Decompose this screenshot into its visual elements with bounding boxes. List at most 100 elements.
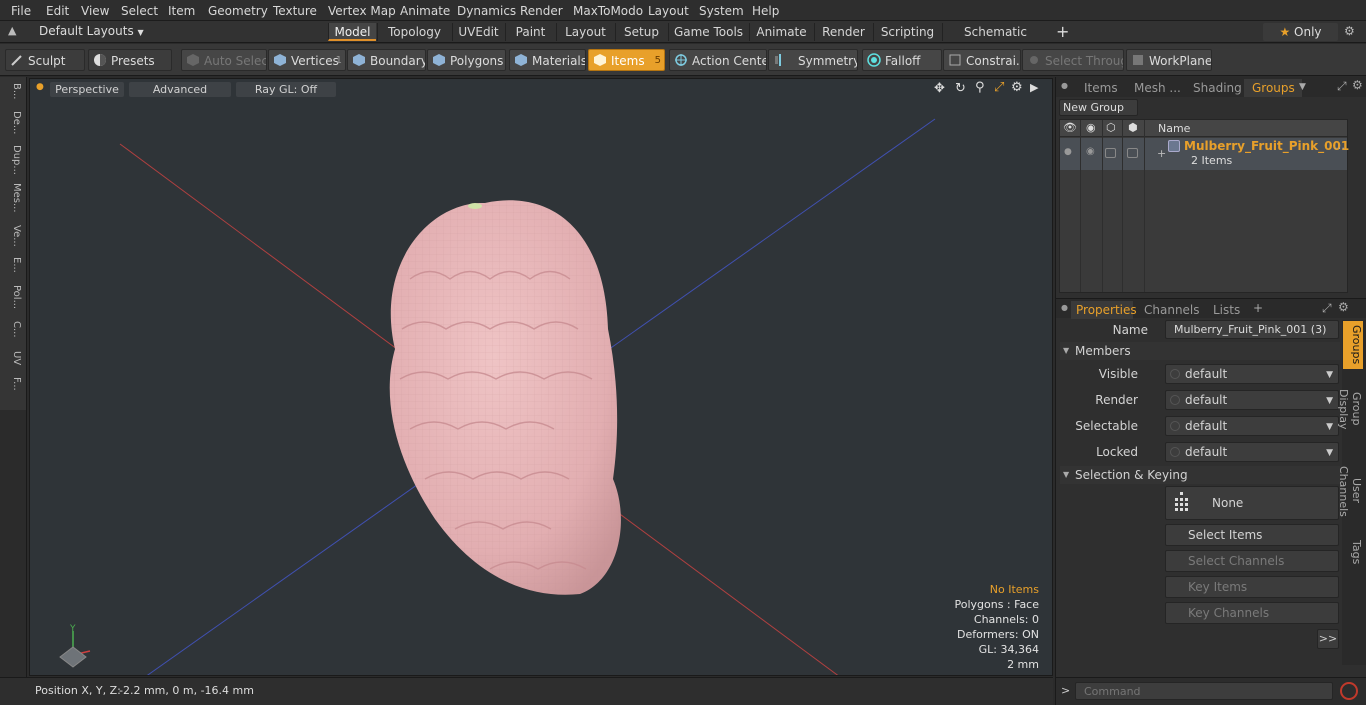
side-tab-groups[interactable]: Groups [1343, 321, 1363, 369]
viewport-3d[interactable]: Y ● Perspective Advanced Ray GL: Off ✥ ↻… [29, 78, 1053, 676]
props-gear-icon[interactable]: ⚙ [1338, 300, 1349, 314]
row-render-icon[interactable]: ◉ [1086, 146, 1095, 157]
visibility-eye-icon[interactable]: 👁 [1063, 121, 1077, 134]
settings-icon[interactable]: ⚙ [1011, 80, 1023, 95]
left-tab-vertex[interactable]: Ve... [4, 225, 22, 247]
left-tab-edge[interactable]: E... [4, 257, 22, 273]
ray-gl-button[interactable]: Ray GL: Off [236, 82, 336, 97]
props-expand-icon[interactable]: ⤢ [1322, 301, 1332, 316]
select-icon[interactable]: ⬡ [1106, 121, 1116, 134]
menu-animate[interactable]: Animate [400, 4, 450, 18]
key-channels-button[interactable]: Key Channels [1165, 602, 1339, 624]
tab-model[interactable]: Model [328, 23, 376, 41]
tab-schematic-fusion[interactable]: Schematic Fusion [942, 23, 1048, 57]
command-input[interactable] [1075, 682, 1333, 700]
expand-plus-icon[interactable]: + [1157, 147, 1166, 160]
tab-scripting[interactable]: Scripting [873, 23, 941, 41]
advanced-button[interactable]: Advanced [129, 82, 231, 97]
select-through-button[interactable]: Select Through [1022, 49, 1124, 71]
tab-lists[interactable]: Lists [1213, 303, 1240, 317]
materials-button[interactable]: Materials [509, 49, 586, 71]
row-eye-icon[interactable]: ● [1064, 147, 1072, 157]
symmetry-button[interactable]: Symmetry [768, 49, 858, 71]
left-tab-polygon[interactable]: Pol... [4, 285, 22, 309]
row-lock-checkbox[interactable] [1127, 148, 1138, 158]
tab-render[interactable]: Render [814, 23, 872, 41]
boundary-button[interactable]: Boundary [347, 49, 426, 71]
locked-dropdown[interactable]: default ▼ [1165, 442, 1339, 462]
tab-animate[interactable]: Animate [749, 23, 813, 41]
tab-mesh[interactable]: Mesh ... [1134, 81, 1181, 95]
left-tab-duplicate[interactable]: Dup... [4, 145, 22, 175]
tabs-dropdown-icon[interactable]: ▼ [1299, 82, 1306, 92]
perspective-button[interactable]: Perspective [50, 82, 124, 97]
more-button[interactable]: >> [1317, 629, 1339, 649]
move-icon[interactable]: ✥ [934, 81, 945, 96]
action-center-button[interactable]: Action Center [669, 49, 767, 71]
menu-file[interactable]: File [11, 4, 31, 18]
constraints-button[interactable]: Constrai... [943, 49, 1021, 71]
panel-gear-icon[interactable]: ⚙ [1352, 78, 1363, 92]
play-arrow-icon[interactable]: ▶ [1030, 81, 1038, 94]
new-group-button[interactable]: New Group [1059, 99, 1138, 116]
expand-icon[interactable]: ⤢ [1337, 79, 1347, 94]
menu-texture[interactable]: Texture [273, 4, 317, 18]
polygons-button[interactable]: Polygons [427, 49, 506, 71]
side-tab-group-display[interactable]: Group Display [1337, 371, 1363, 447]
none-selection-button[interactable]: None [1165, 486, 1339, 520]
left-tab-deform[interactable]: De... [4, 111, 22, 134]
layout-dropdown[interactable]: Default Layouts ▼ [39, 24, 144, 38]
zoom-icon[interactable]: ⚲ [975, 80, 985, 95]
auto-select-button[interactable]: Auto Select [181, 49, 267, 71]
falloff-button[interactable]: Falloff [862, 49, 942, 71]
menu-select[interactable]: Select [121, 4, 158, 18]
sculpt-button[interactable]: Sculpt [5, 49, 85, 71]
tab-game-tools[interactable]: Game Tools [668, 23, 748, 41]
add-tab-plus-icon[interactable]: + [1253, 301, 1263, 315]
only-toggle[interactable]: ★ Only [1263, 23, 1338, 41]
render-dropdown[interactable]: default ▼ [1165, 390, 1339, 410]
tab-groups[interactable]: Groups [1252, 81, 1295, 95]
rotate-icon[interactable]: ↻ [955, 81, 966, 96]
add-tab-icon[interactable]: + [1056, 22, 1069, 41]
members-section[interactable]: ▼ Members [1060, 342, 1340, 360]
tab-channels[interactable]: Channels [1144, 303, 1200, 317]
group-row[interactable]: ● ◉ + Mulberry_Fruit_Pink_001 2 Items … [1060, 138, 1349, 170]
menu-view[interactable]: View [81, 4, 109, 18]
gear-icon[interactable]: ⚙ [1344, 24, 1355, 38]
items-button[interactable]: Items 5 [588, 49, 665, 71]
left-tab-curve[interactable]: C... [4, 321, 22, 338]
menu-help[interactable]: Help [752, 4, 779, 18]
menu-system[interactable]: System [699, 4, 744, 18]
left-tab-fusion[interactable]: F... [4, 377, 22, 391]
row-select-checkbox[interactable] [1105, 148, 1116, 158]
row-more-icon[interactable]: … [1334, 139, 1345, 152]
select-items-button[interactable]: Select Items [1165, 524, 1339, 546]
group-name[interactable]: Mulberry_Fruit_Pink_001 [1184, 139, 1349, 153]
menu-dynamics[interactable]: Dynamics [457, 4, 516, 18]
maximize-icon[interactable]: ⤢ [994, 80, 1004, 95]
menu-vertex-map[interactable]: Vertex Map [328, 4, 396, 18]
tab-paint[interactable]: Paint [505, 23, 555, 41]
tab-uvedit[interactable]: UVEdit [452, 23, 504, 41]
menu-maxtomodo[interactable]: MaxToModo [573, 4, 643, 18]
collapse-icon[interactable]: ▲ [8, 24, 16, 37]
menu-layout[interactable]: Layout [648, 4, 689, 18]
left-tab-basic[interactable]: B... [4, 83, 22, 99]
tab-shading[interactable]: Shading [1193, 81, 1242, 95]
menu-item[interactable]: Item [168, 4, 195, 18]
left-tab-mesh-edit[interactable]: Mes... [4, 183, 22, 213]
selectable-dropdown[interactable]: default ▼ [1165, 416, 1339, 436]
workplane-button[interactable]: WorkPlane [1126, 49, 1212, 71]
tab-items[interactable]: Items [1084, 81, 1118, 95]
visible-dropdown[interactable]: default ▼ [1165, 364, 1339, 384]
lock-icon[interactable]: ⬢ [1128, 121, 1138, 134]
tab-layout[interactable]: Layout [556, 23, 614, 41]
left-tab-uv[interactable]: UV [4, 351, 22, 365]
vertices-button[interactable]: Vertices 1 [268, 49, 346, 71]
tab-properties[interactable]: Properties [1076, 303, 1137, 317]
key-items-button[interactable]: Key Items [1165, 576, 1339, 598]
menu-geometry[interactable]: Geometry [208, 4, 268, 18]
menu-edit[interactable]: Edit [46, 4, 69, 18]
render-icon[interactable]: ◉ [1086, 121, 1096, 134]
